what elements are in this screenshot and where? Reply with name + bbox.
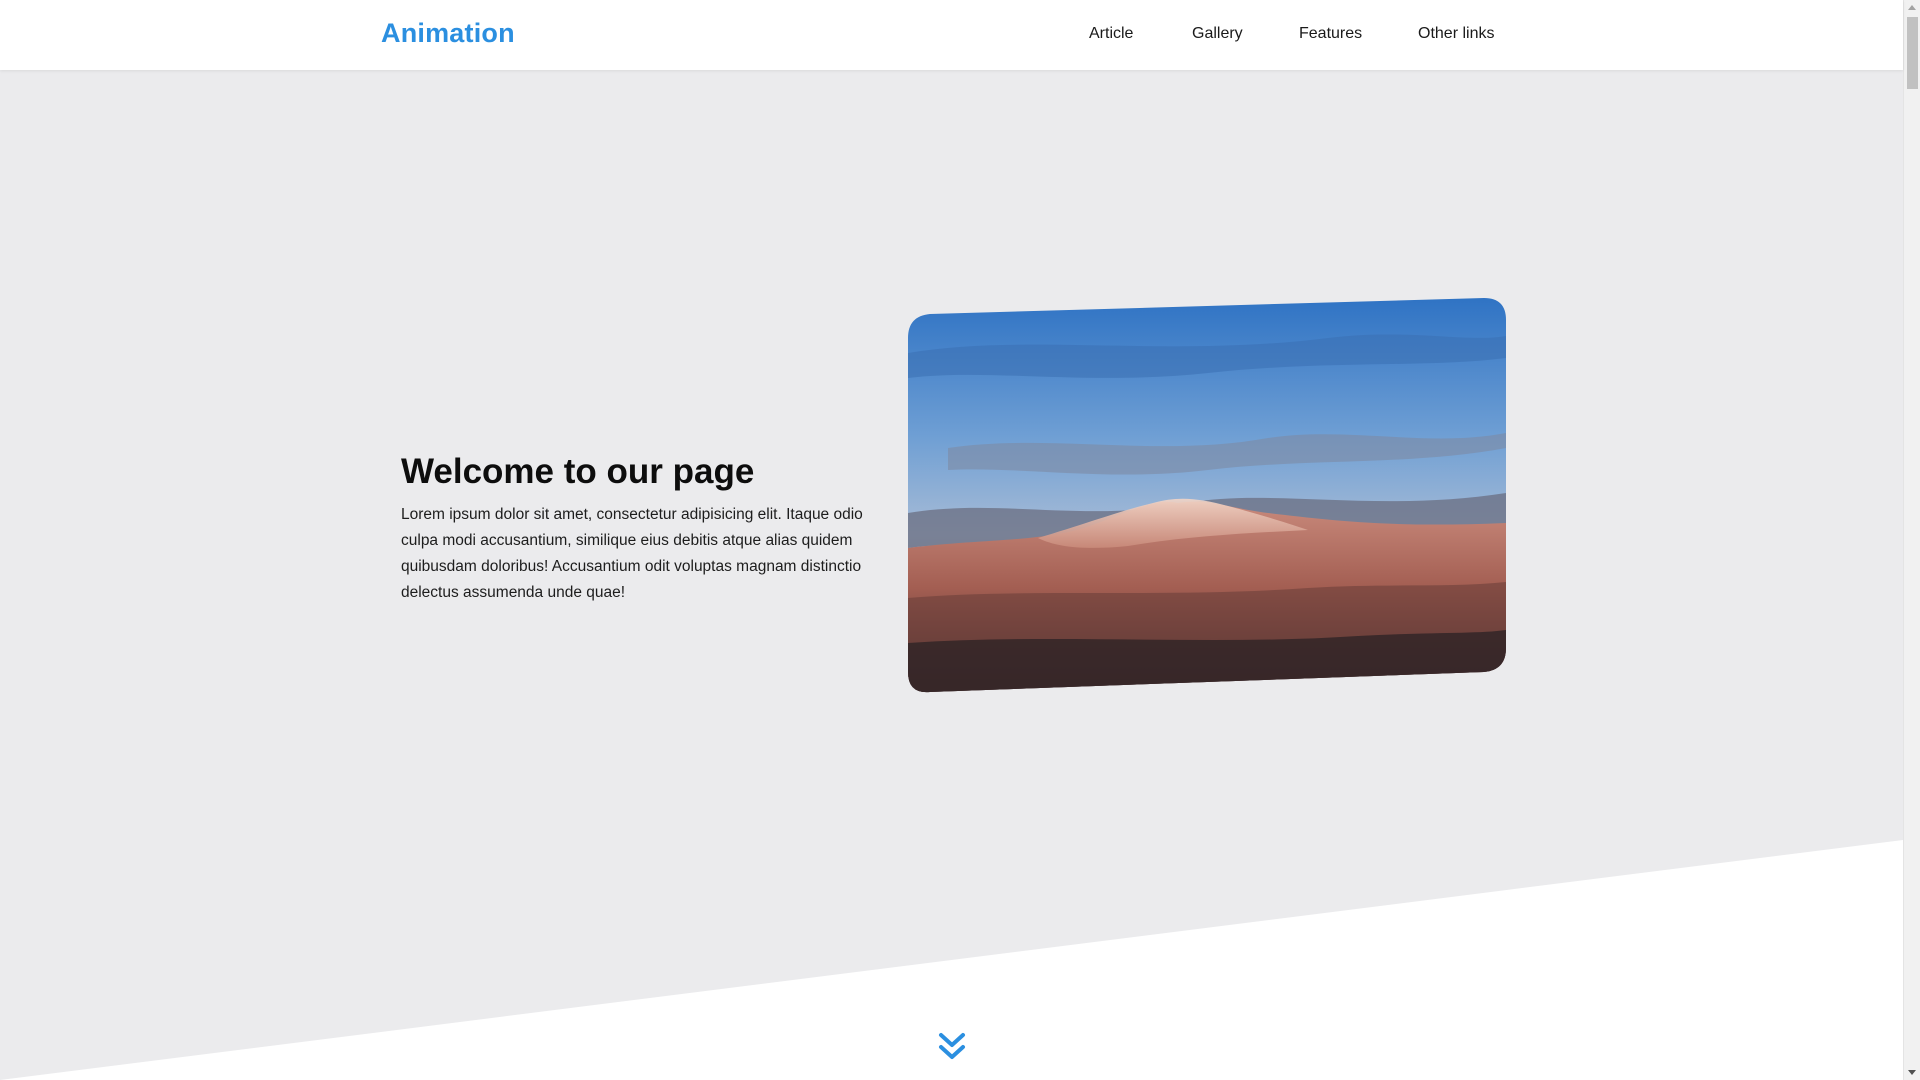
nav-link-other-links[interactable]: Other links bbox=[1418, 25, 1494, 43]
nav-link-features[interactable]: Features bbox=[1299, 25, 1362, 43]
hero-text: Lorem ipsum dolor sit amet, consectetur … bbox=[401, 506, 863, 601]
site-header: Animation Article Gallery Features Other… bbox=[0, 0, 1903, 70]
mountain-landscape-image bbox=[908, 298, 1506, 693]
scroll-up-arrow-icon[interactable] bbox=[1908, 5, 1916, 10]
scroll-down-arrow-icon[interactable] bbox=[1908, 1070, 1916, 1075]
main-nav: Article Gallery Features Other links bbox=[0, 25, 1903, 47]
nav-link-article[interactable]: Article bbox=[1089, 25, 1133, 43]
nav-link-gallery[interactable]: Gallery bbox=[1192, 25, 1243, 43]
double-chevron-down-icon bbox=[939, 1033, 965, 1059]
hero-image bbox=[908, 298, 1506, 694]
scroll-down-button[interactable] bbox=[938, 1032, 966, 1062]
scrollbar-thumb[interactable] bbox=[1907, 17, 1918, 89]
page-scrollbar[interactable] bbox=[1903, 0, 1920, 1080]
hero-title: Welcome to our page bbox=[401, 452, 755, 491]
